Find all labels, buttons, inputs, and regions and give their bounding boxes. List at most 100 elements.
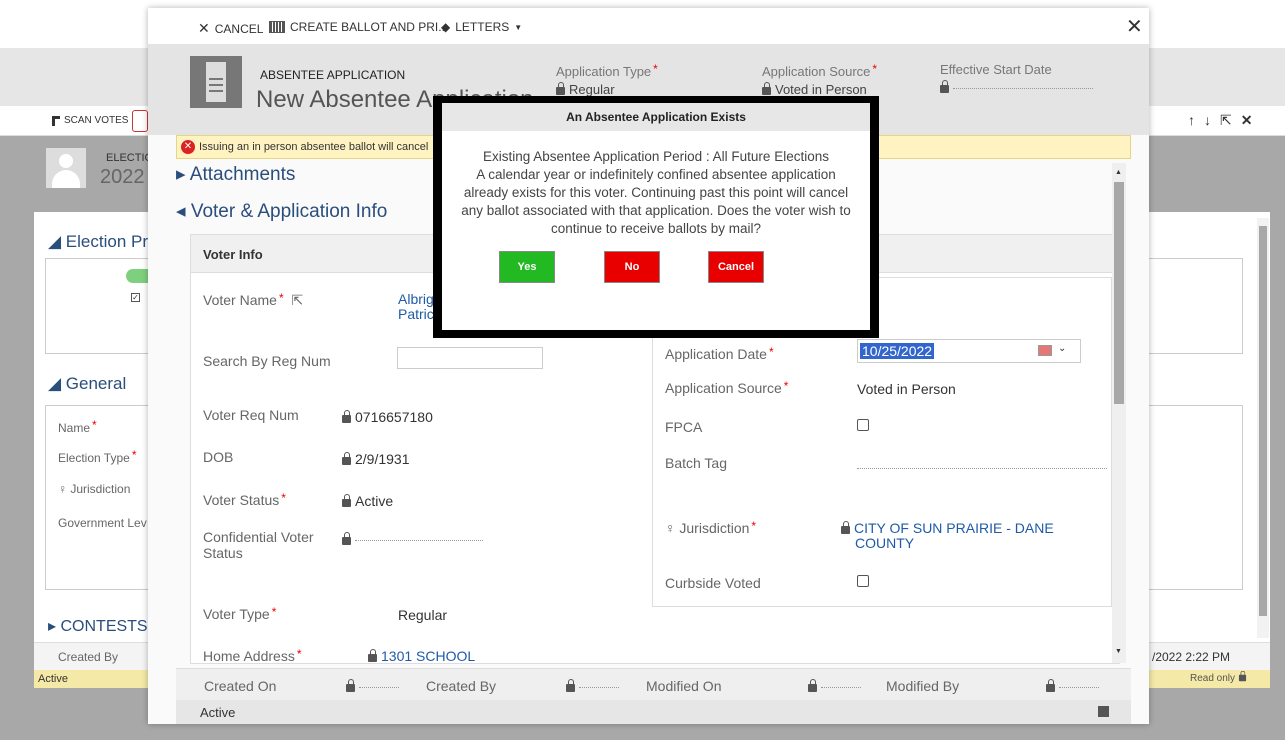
background-section-general[interactable]: ◢ General bbox=[48, 374, 126, 394]
background-nav-arrows: ↑↓⇱✕ bbox=[1188, 112, 1261, 129]
home-address-line-1: 1301 SCHOOL bbox=[381, 649, 476, 664]
fpca-checkbox[interactable] bbox=[857, 419, 869, 431]
fpca-label: FPCA bbox=[665, 419, 703, 435]
dialog-title: An Absentee Application Exists bbox=[442, 103, 870, 131]
curbside-voted-label: Curbside Voted bbox=[665, 575, 761, 591]
voter-reg-num-value: 0716657180 bbox=[342, 409, 433, 425]
dialog-message-line: any ballot associated with that applicat… bbox=[461, 203, 851, 218]
voter-type-value: Regular bbox=[398, 607, 448, 623]
footer-modified-by-label: Modified By bbox=[886, 678, 960, 694]
toggle-switch[interactable] bbox=[126, 269, 150, 283]
voter-status-value: Active bbox=[342, 493, 393, 509]
close-icon: ✕ bbox=[198, 20, 210, 36]
background-highlighted-button[interactable] bbox=[132, 110, 148, 132]
section-label: Election Pro bbox=[65, 232, 158, 251]
section-label: Attachments bbox=[189, 164, 296, 185]
background-section-contests[interactable]: ▸ CONTESTS bbox=[48, 616, 148, 636]
down-arrow-icon[interactable]: ↓ bbox=[1204, 112, 1220, 128]
application-date-value: 10/25/2022 bbox=[860, 343, 935, 359]
application-date-input[interactable]: 10/25/2022 ⌄ bbox=[857, 339, 1081, 363]
cancel-command-label: CANCEL bbox=[214, 21, 264, 36]
background-scrollbar[interactable] bbox=[1257, 218, 1269, 638]
create-ballot-command-button[interactable]: CREATE BALLOT AND PRI... bbox=[269, 20, 448, 34]
curbside-voted-checkbox[interactable] bbox=[857, 575, 869, 587]
footer-modified-by-value bbox=[1046, 678, 1099, 696]
confidential-status-label: Confidential Voter Status bbox=[203, 529, 314, 561]
up-arrow-icon[interactable]: ↑ bbox=[1188, 112, 1204, 128]
background-status: Active bbox=[38, 673, 68, 685]
scroll-up-icon[interactable]: ▲ bbox=[1115, 169, 1122, 176]
jurisdiction-line-2: COUNTY bbox=[855, 535, 915, 551]
voter-type-label: Voter Type * bbox=[203, 605, 277, 622]
dialog-message-line: Existing Absentee Application Period : A… bbox=[483, 149, 829, 164]
popout-icon[interactable]: ⇱ bbox=[1220, 112, 1241, 128]
background-election-box-right bbox=[1147, 258, 1243, 354]
application-source-value: Voted in Person bbox=[857, 381, 956, 397]
voter-reg-num-label: Voter Req Num bbox=[203, 407, 299, 423]
scan-votes-button[interactable]: SCAN VOTES bbox=[52, 115, 128, 126]
scan-icon bbox=[52, 115, 60, 126]
modal-scroll-thumb[interactable] bbox=[1114, 182, 1124, 404]
header-field-label: Effective Start Date bbox=[940, 62, 1052, 77]
footer-modified-on-value bbox=[808, 678, 861, 696]
modal-command-bar: ✕ CANCEL CREATE BALLOT AND PRI... ◆ LETT… bbox=[148, 8, 1149, 44]
header-field-application-source: Application Source * Voted in Person bbox=[762, 62, 878, 97]
letters-command-label: LETTERS bbox=[455, 20, 510, 34]
background-field-election-type: Election Type * bbox=[58, 448, 137, 465]
yes-button[interactable]: Yes bbox=[499, 251, 555, 283]
section-label: General bbox=[65, 374, 127, 393]
no-button[interactable]: No bbox=[604, 251, 660, 283]
voter-name-second-line: Patrici bbox=[398, 306, 437, 322]
background-avatar bbox=[46, 148, 86, 188]
background-modified-date: /2022 2:22 PM bbox=[1152, 650, 1231, 664]
application-date-label: Application Date * bbox=[665, 345, 774, 362]
background-field-name: Name * bbox=[58, 418, 97, 435]
voter-name-value[interactable]: Albrig Patrici bbox=[398, 292, 437, 322]
voter-name-first-line: Albrig bbox=[398, 291, 434, 307]
cancel-command-button[interactable]: ✕ CANCEL bbox=[198, 20, 263, 37]
batch-tag-value[interactable] bbox=[857, 459, 1107, 477]
cancel-button[interactable]: Cancel bbox=[708, 251, 764, 283]
letters-command-button[interactable]: ◆ LETTERS ▼ bbox=[441, 20, 522, 34]
header-field-label: Application Source bbox=[762, 64, 871, 79]
section-voter-application-info[interactable]: ◂ Voter & Application Info bbox=[176, 200, 387, 223]
scan-votes-label: SCAN VOTES bbox=[64, 115, 129, 126]
header-field-value: Regular bbox=[569, 82, 615, 97]
modal-close-icon[interactable]: ✕ bbox=[1126, 14, 1143, 39]
section-label: CONTESTS bbox=[60, 618, 148, 635]
section-label: Voter & Application Info bbox=[190, 201, 388, 222]
absentee-application-exists-dialog: An Absentee Application Exists Existing … bbox=[442, 103, 870, 330]
create-ballot-command-label: CREATE BALLOT AND PRI... bbox=[290, 20, 449, 34]
background-section-election-pro[interactable]: ◢ Election Pro bbox=[48, 232, 157, 252]
background-created-by: Created By bbox=[58, 650, 119, 664]
chevron-down-icon[interactable]: ⌄ bbox=[1058, 343, 1066, 354]
chevron-down-icon: ▼ bbox=[514, 22, 523, 32]
home-address-value[interactable]: 1301 SCHOOL bbox=[368, 649, 475, 665]
background-election-box: ✓ bbox=[45, 258, 150, 354]
batch-tag-label: Batch Tag bbox=[665, 455, 728, 471]
entity-type-label: ABSENTEE APPLICATION bbox=[260, 68, 406, 82]
voter-info-title: Voter Info bbox=[203, 247, 263, 262]
save-icon[interactable] bbox=[1098, 706, 1109, 717]
voter-status-label: Voter Status * bbox=[203, 491, 286, 508]
popout-icon[interactable]: ⇱ bbox=[292, 292, 304, 308]
jurisdiction-value[interactable]: CITY OF SUN PRAIRIE - DANE COUNTY bbox=[841, 521, 1054, 551]
search-reg-num-input[interactable] bbox=[397, 347, 543, 369]
calendar-icon[interactable] bbox=[1038, 345, 1052, 356]
scroll-down-icon[interactable]: ▼ bbox=[1115, 648, 1122, 655]
jurisdiction-line-1: CITY OF SUN PRAIRIE - DANE bbox=[854, 520, 1054, 536]
dialog-message-line: A calendar year or indefinitely confined… bbox=[476, 167, 836, 182]
header-field-value: Voted in Person bbox=[775, 82, 867, 97]
background-general-box-right bbox=[1147, 405, 1243, 590]
jurisdiction-label: ♀ Jurisdiction * bbox=[665, 519, 757, 536]
modal-status-bar: Active bbox=[176, 700, 1131, 724]
checkbox-checked[interactable]: ✓ bbox=[131, 293, 140, 302]
barcode-icon bbox=[269, 21, 285, 33]
footer-created-on-label: Created On bbox=[204, 678, 277, 694]
voter-name-label: Voter Name * ⇱ bbox=[203, 291, 304, 308]
close-icon[interactable]: ✕ bbox=[1241, 112, 1262, 128]
footer-created-on-value bbox=[346, 678, 399, 696]
background-entity-label: ELECTIO bbox=[106, 152, 154, 164]
search-reg-num-label: Search By Reg Num bbox=[203, 353, 331, 369]
section-attachments[interactable]: ▸ Attachments bbox=[176, 163, 295, 186]
